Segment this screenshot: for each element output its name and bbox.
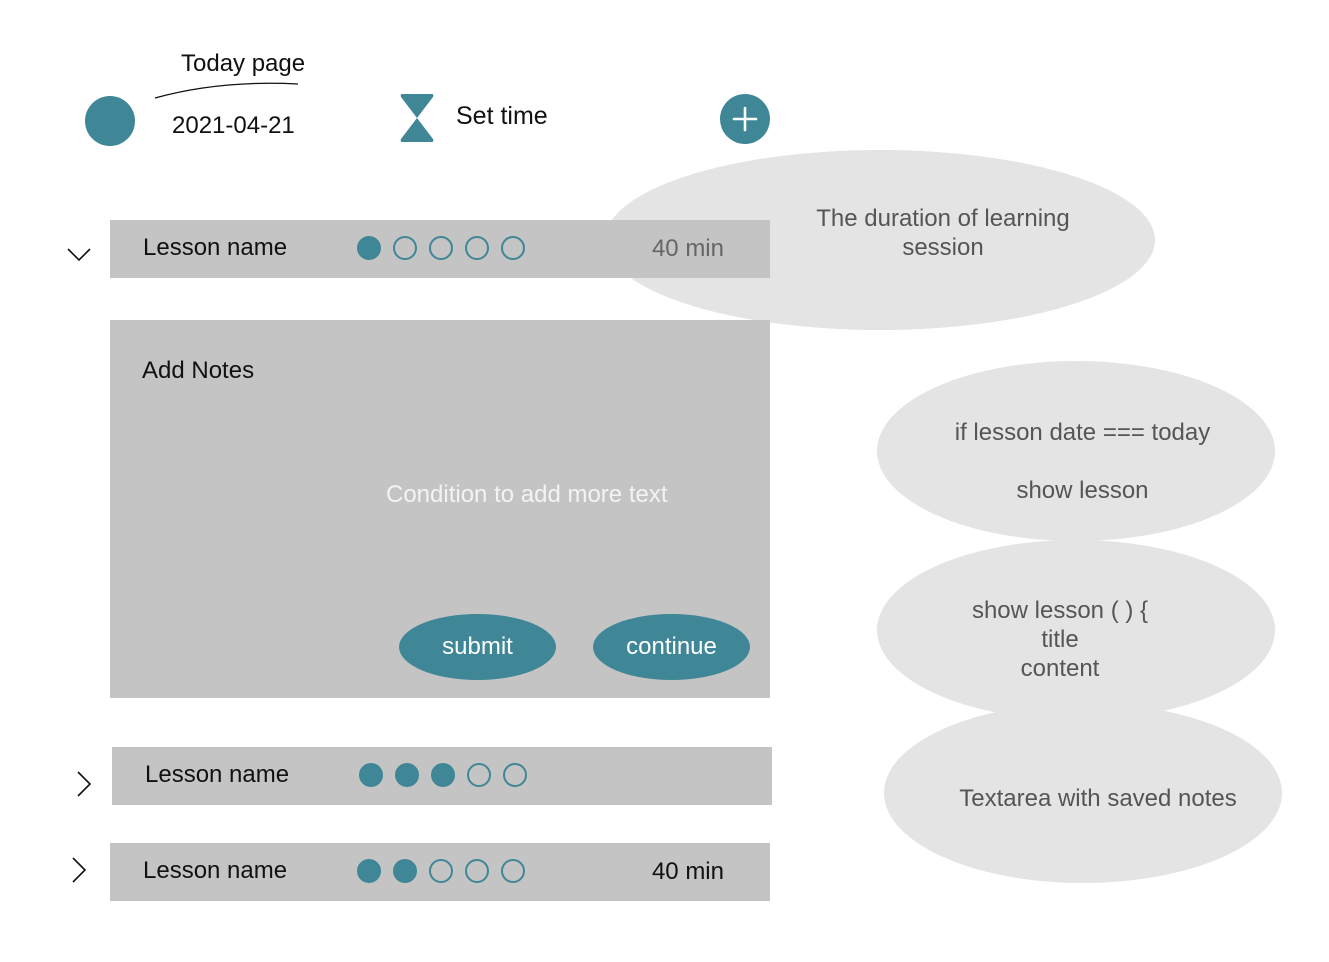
plus-icon — [732, 106, 758, 132]
progress-dot — [465, 859, 489, 883]
progress-dot — [431, 763, 455, 787]
lesson-row-1[interactable]: Lesson name 40 min — [110, 220, 770, 278]
underline-stroke — [154, 82, 299, 99]
progress-dots — [357, 236, 525, 260]
progress-dot — [393, 236, 417, 260]
progress-dot — [429, 859, 453, 883]
lesson-name: Lesson name — [143, 234, 288, 261]
progress-dot — [467, 763, 491, 787]
date-label: 2021-04-21 — [172, 112, 295, 139]
lesson-name: Lesson name — [143, 857, 288, 884]
avatar[interactable] — [85, 96, 135, 146]
progress-dot — [429, 236, 453, 260]
annotation-text: Textarea with saved notes — [959, 785, 1237, 812]
chevron-right-icon[interactable] — [76, 770, 92, 798]
progress-dot — [359, 763, 383, 787]
lesson-row-3[interactable]: Lesson name 40 min — [110, 843, 770, 901]
submit-button[interactable]: submit — [399, 614, 556, 680]
add-lesson-button[interactable] — [720, 94, 770, 144]
continue-button[interactable]: continue — [593, 614, 750, 680]
set-time-button[interactable]: Set time — [456, 102, 548, 131]
progress-dot — [465, 236, 489, 260]
notes-title: Add Notes — [142, 357, 255, 384]
progress-dot — [357, 236, 381, 260]
progress-dots — [359, 763, 527, 787]
progress-dot — [501, 236, 525, 260]
annotation-text: show lesson ( ) { title content — [971, 597, 1149, 682]
progress-dot — [503, 763, 527, 787]
progress-dots — [357, 859, 525, 883]
notes-placeholder: Condition to add more text — [386, 481, 668, 508]
progress-dot — [357, 859, 381, 883]
progress-dot — [393, 859, 417, 883]
hourglass-icon[interactable] — [399, 94, 435, 142]
annotation-text: if lesson date === today show lesson — [954, 419, 1211, 504]
chevron-down-icon[interactable] — [66, 246, 92, 264]
progress-dot — [501, 859, 525, 883]
lesson-duration: 40 min — [651, 235, 724, 262]
page-label: Today page — [181, 50, 306, 77]
chevron-right-icon[interactable] — [71, 856, 87, 884]
annotation-text: The duration of learning session — [816, 205, 1070, 261]
progress-dot — [395, 763, 419, 787]
lesson-duration: 40 min — [651, 858, 724, 885]
lesson-name: Lesson name — [145, 761, 290, 788]
lesson-row-2[interactable]: Lesson name — [112, 747, 772, 805]
notes-panel[interactable]: Add Notes Condition to add more text sub… — [110, 320, 770, 698]
